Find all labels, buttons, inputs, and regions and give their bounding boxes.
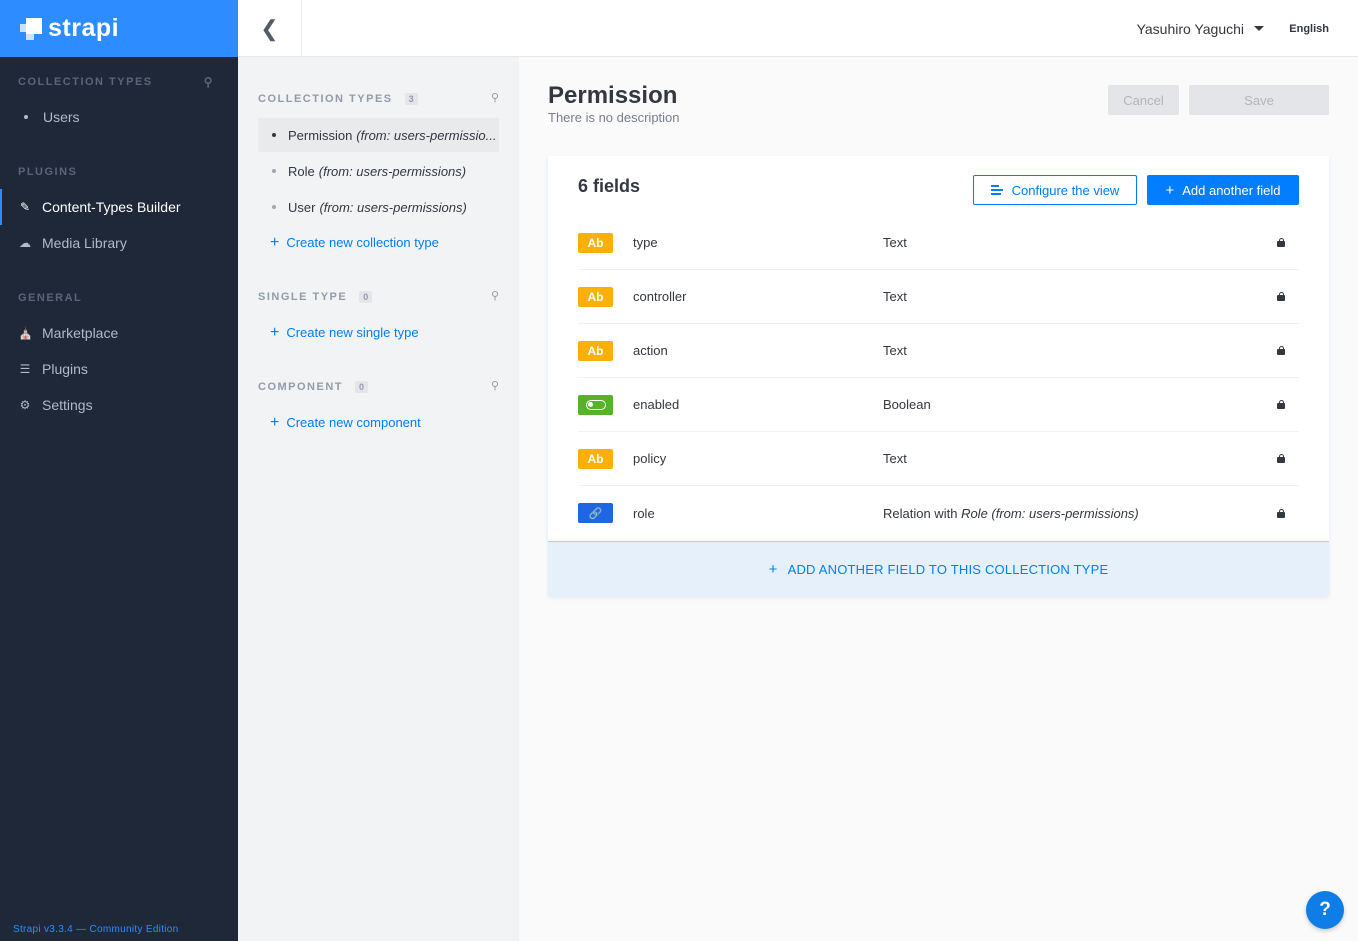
lock-icon (1277, 400, 1285, 409)
leftnav-item-plugins[interactable]: ☰ Plugins (0, 351, 238, 387)
subnav-item-role[interactable]: Role (from: users-permissions) (258, 154, 499, 188)
field-row-controller[interactable]: Ab controller Text (578, 270, 1299, 324)
bullet-icon (24, 115, 28, 119)
lock-icon (1277, 238, 1285, 247)
create-collection-type-link[interactable]: + Create new collection type (270, 233, 439, 251)
help-button[interactable]: ? (1306, 891, 1344, 929)
page-title: Permission (548, 82, 678, 109)
plus-icon: + (768, 560, 778, 578)
leftnav-item-media-library[interactable]: ☁ Media Library (0, 225, 238, 261)
user-name: Yasuhiro Yaguchi (1136, 20, 1244, 37)
caret-down-icon (1254, 26, 1264, 31)
add-field-to-collection-button[interactable]: + ADD ANOTHER FIELD TO THIS COLLECTION T… (548, 541, 1329, 596)
cloud-upload-icon: ☁ (19, 236, 31, 250)
search-icon[interactable]: ⚲ (491, 91, 499, 104)
create-single-type-link[interactable]: + Create new single type (270, 323, 419, 341)
field-name: controller (633, 289, 687, 304)
general-heading: GENERAL (18, 292, 83, 304)
component-count: 0 (355, 381, 369, 393)
strapi-logo-icon (20, 17, 42, 40)
search-icon[interactable]: ⚲ (491, 289, 499, 302)
text-type-icon: Ab (578, 232, 613, 253)
gear-icon: ⚙ (19, 398, 31, 412)
subnav-collection-types-heading: COLLECTION TYPES 3 (258, 93, 418, 105)
subnav-component-heading: COMPONENT 0 (258, 381, 369, 393)
language-selector[interactable]: English (1289, 0, 1329, 57)
strapi-logo[interactable]: strapi (0, 0, 238, 57)
leftnav-item-content-types-builder[interactable]: ✎ Content-Types Builder (0, 189, 238, 225)
lock-icon (1277, 346, 1285, 355)
cancel-button[interactable]: Cancel (1108, 85, 1179, 115)
leftnav-item-marketplace[interactable]: ⛪ Marketplace (0, 315, 238, 351)
brand-name: strapi (48, 14, 120, 42)
save-button[interactable]: Save (1189, 85, 1329, 115)
field-row-action[interactable]: Ab action Text (578, 324, 1299, 378)
add-another-field-button[interactable]: + Add another field (1147, 175, 1299, 205)
plugins-heading: PLUGINS (18, 166, 78, 178)
plus-icon: + (270, 413, 280, 431)
bullet-icon (272, 169, 276, 173)
subnav-single-type-heading: SINGLE TYPE 0 (258, 291, 373, 303)
list-icon: ☰ (19, 362, 31, 376)
bullet-icon (272, 205, 276, 209)
field-name: enabled (633, 397, 680, 412)
fields-card: 6 fields Configure the view + Add anothe… (548, 156, 1329, 596)
create-component-link[interactable]: + Create new component (270, 413, 421, 431)
plus-icon: + (270, 323, 280, 341)
relation-target: Role (from: users-permissions) (961, 505, 1139, 521)
user-menu[interactable]: Yasuhiro Yaguchi (1137, 0, 1264, 57)
plus-icon: + (270, 233, 280, 251)
page-description: There is no description (548, 110, 680, 125)
search-icon[interactable]: ⚲ (491, 379, 499, 392)
leftnav-item-settings[interactable]: ⚙ Settings (0, 387, 238, 423)
field-name: type (633, 235, 658, 250)
field-row-policy[interactable]: Ab policy Text (578, 432, 1299, 486)
field-row-role[interactable]: 🔗 role Relation with Role (from: users-p… (578, 486, 1299, 540)
version-footer[interactable]: Strapi v3.3.4 — Community Edition (13, 924, 179, 935)
field-name: action (633, 343, 668, 358)
field-name: role (633, 505, 655, 521)
text-type-icon: Ab (578, 340, 613, 361)
plus-icon: + (1165, 181, 1175, 199)
field-row-enabled[interactable]: enabled Boolean (578, 378, 1299, 432)
subnav-item-permission[interactable]: Permission (from: users-permissio... (258, 118, 499, 152)
collection-types-heading: COLLECTION TYPES ⚲ (18, 75, 214, 89)
relation-link-icon: 🔗 (578, 503, 613, 523)
field-type: Text (883, 343, 907, 358)
lock-icon (1277, 292, 1285, 301)
layout-icon (990, 185, 1003, 195)
subnav-item-user[interactable]: User (from: users-permissions) (258, 190, 499, 224)
field-type: Text (883, 235, 907, 250)
field-type: Text (883, 451, 907, 466)
top-header: ❮ Yasuhiro Yaguchi English (238, 0, 1358, 57)
collection-types-count: 3 (404, 93, 418, 105)
search-icon[interactable]: ⚲ (204, 75, 214, 89)
field-type: Text (883, 289, 907, 304)
field-type: Relation with Role (from: users-permissi… (883, 505, 1139, 521)
leftnav-item-users[interactable]: Users (0, 99, 238, 135)
field-row-type[interactable]: Ab type Text (578, 216, 1299, 270)
configure-view-button[interactable]: Configure the view (973, 175, 1137, 205)
brush-icon: ✎ (19, 200, 31, 214)
lock-icon (1277, 454, 1285, 463)
fields-count-title: 6 fields (578, 176, 641, 196)
text-type-icon: Ab (578, 286, 613, 307)
text-type-icon: Ab (578, 448, 613, 469)
single-type-count: 0 (359, 291, 373, 303)
boolean-toggle-icon (578, 394, 613, 415)
shopping-basket-icon: ⛪ (18, 326, 33, 340)
field-name: policy (633, 451, 667, 466)
content-types-subnav: COLLECTION TYPES 3 ⚲ Permission (from: u… (238, 57, 519, 941)
chevron-left-icon: ❮ (260, 15, 279, 41)
lock-icon (1277, 508, 1285, 518)
back-button[interactable]: ❮ (238, 0, 302, 57)
left-navigation: strapi COLLECTION TYPES ⚲ Users PLUGINS … (0, 0, 238, 941)
field-type: Boolean (883, 397, 931, 412)
bullet-icon (272, 133, 276, 137)
